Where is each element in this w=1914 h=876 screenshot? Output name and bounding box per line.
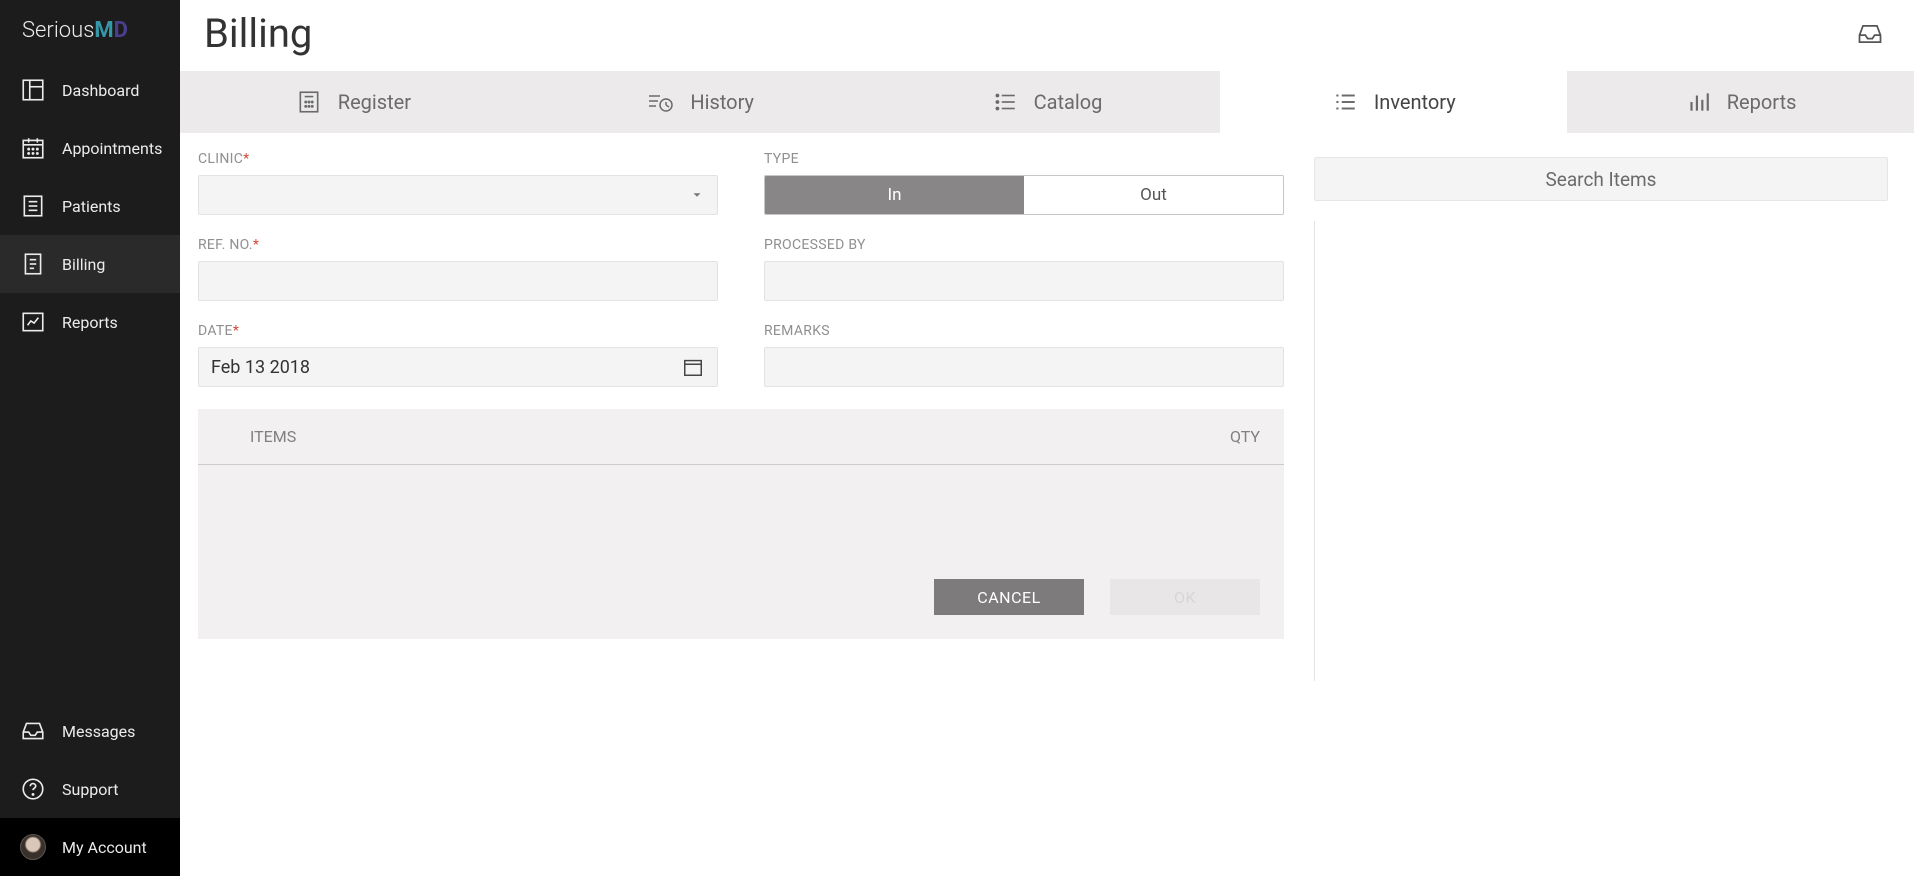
- cancel-button[interactable]: CANCEL: [934, 579, 1084, 615]
- tab-label: Inventory: [1374, 90, 1456, 114]
- inventory-icon: [1332, 89, 1358, 115]
- processedby-field: PROCESSED BY: [764, 237, 1284, 301]
- list-icon: [20, 193, 46, 219]
- logo-text-2: M: [94, 18, 113, 43]
- inbox-icon: [20, 718, 46, 744]
- chart-icon: [20, 309, 46, 335]
- date-label: DATE*: [198, 323, 718, 339]
- sidebar-nav: Dashboard Appointments Patients Billing …: [0, 61, 180, 351]
- sidebar-item-label: Dashboard: [62, 81, 139, 100]
- ok-button[interactable]: OK: [1110, 579, 1260, 615]
- sidebar-item-label: Support: [62, 780, 118, 799]
- sidebar-item-support[interactable]: Support: [0, 760, 180, 818]
- sidebar-item-patients[interactable]: Patients: [0, 177, 180, 235]
- history-icon: [646, 89, 674, 115]
- clinic-label: CLINIC*: [198, 151, 718, 167]
- type-field: TYPE In Out: [764, 151, 1284, 215]
- inventory-form: CLINIC* TYPE In Out REF. NO.*: [198, 151, 1284, 876]
- bar-chart-icon: [1685, 89, 1711, 115]
- tab-label: Register: [338, 90, 411, 114]
- refno-label: REF. NO.*: [198, 237, 718, 253]
- tabs: Register History Catalog Inventory Repor…: [180, 71, 1914, 133]
- items-table-body: [198, 465, 1284, 565]
- remarks-label: REMARKS: [764, 323, 1284, 339]
- sidebar-item-appointments[interactable]: Appointments: [0, 119, 180, 177]
- sidebar-item-label: Appointments: [62, 139, 162, 158]
- sidebar-item-account[interactable]: My Account: [0, 818, 180, 876]
- content: CLINIC* TYPE In Out REF. NO.*: [180, 133, 1914, 876]
- page-title: Billing: [204, 10, 312, 57]
- tab-inventory[interactable]: Inventory: [1220, 71, 1567, 133]
- page-header: Billing: [180, 0, 1914, 71]
- search-input[interactable]: Search Items: [1314, 157, 1888, 201]
- clinic-field: CLINIC*: [198, 151, 718, 215]
- sidebar-item-label: Patients: [62, 197, 121, 216]
- sidebar-item-label: Reports: [62, 313, 118, 332]
- sidebar-item-messages[interactable]: Messages: [0, 702, 180, 760]
- sidebar-item-reports[interactable]: Reports: [0, 293, 180, 351]
- refno-input[interactable]: [198, 261, 718, 301]
- main: Billing Register History Catalog Invento…: [180, 0, 1914, 876]
- inbox-icon[interactable]: [1856, 20, 1884, 48]
- tab-reports[interactable]: Reports: [1567, 71, 1914, 133]
- type-out-button[interactable]: Out: [1024, 176, 1283, 214]
- refno-field: REF. NO.*: [198, 237, 718, 301]
- sidebar-item-label: Messages: [62, 722, 135, 741]
- date-field: DATE*: [198, 323, 718, 387]
- type-in-button[interactable]: In: [765, 176, 1024, 214]
- sidebar-item-label: Billing: [62, 255, 105, 274]
- search-results: [1314, 221, 1888, 681]
- processedby-label: PROCESSED BY: [764, 237, 1284, 253]
- tab-catalog[interactable]: Catalog: [874, 71, 1221, 133]
- register-icon: [296, 89, 322, 115]
- tab-label: History: [690, 90, 754, 114]
- items-column-header: ITEMS: [250, 427, 1180, 446]
- calendar-icon: [20, 135, 46, 161]
- avatar: [20, 834, 46, 860]
- type-label: TYPE: [764, 151, 1284, 167]
- sidebar-item-dashboard[interactable]: Dashboard: [0, 61, 180, 119]
- tab-label: Reports: [1727, 90, 1797, 114]
- catalog-icon: [992, 89, 1018, 115]
- search-panel: Search Items: [1314, 151, 1888, 876]
- date-input[interactable]: [198, 347, 718, 387]
- app-logo: SeriousMD: [0, 0, 180, 61]
- logo-text-1: Serious: [22, 18, 94, 43]
- clinic-select[interactable]: [198, 175, 718, 215]
- sidebar-item-label: My Account: [62, 838, 147, 857]
- help-icon: [20, 776, 46, 802]
- calendar-icon: [682, 356, 704, 378]
- tab-register[interactable]: Register: [180, 71, 527, 133]
- remarks-field: REMARKS: [764, 323, 1284, 387]
- invoice-icon: [20, 251, 46, 277]
- sidebar-bottom: Messages Support My Account: [0, 702, 180, 876]
- logo-text-3: D: [114, 18, 128, 43]
- items-table-head: ITEMS QTY: [198, 409, 1284, 465]
- processedby-input[interactable]: [764, 261, 1284, 301]
- sidebar: SeriousMD Dashboard Appointments Patient…: [0, 0, 180, 876]
- sidebar-item-billing[interactable]: Billing: [0, 235, 180, 293]
- date-input-wrap[interactable]: [198, 347, 718, 387]
- type-toggle: In Out: [764, 175, 1284, 215]
- items-table: ITEMS QTY CANCEL OK: [198, 409, 1284, 639]
- chevron-down-icon: [690, 188, 704, 202]
- tab-history[interactable]: History: [527, 71, 874, 133]
- qty-column-header: QTY: [1180, 427, 1260, 446]
- tab-label: Catalog: [1034, 90, 1103, 114]
- form-actions: CANCEL OK: [198, 565, 1284, 639]
- remarks-input[interactable]: [764, 347, 1284, 387]
- dashboard-icon: [20, 77, 46, 103]
